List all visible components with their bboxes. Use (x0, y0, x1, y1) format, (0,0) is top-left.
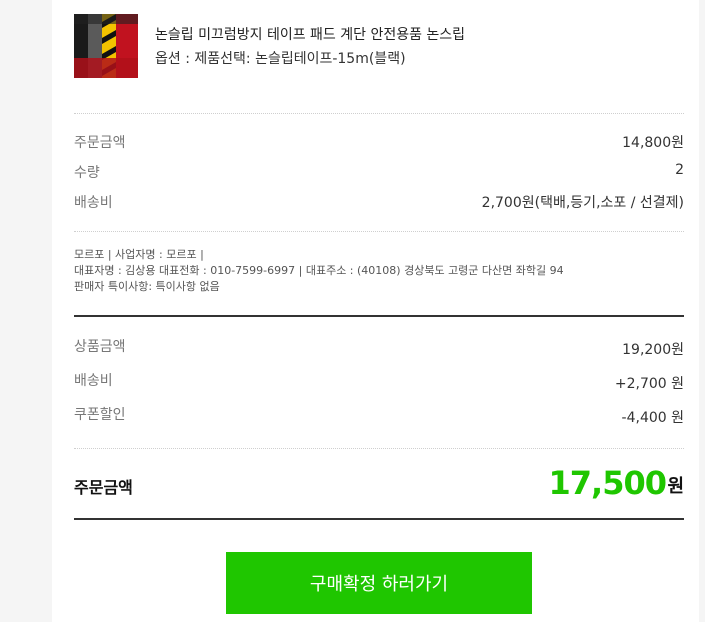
shipping-row: 배송비 2,700원(택배,등기,소포 / 선결제) (74, 192, 684, 214)
seller-contact: 대표자명 : 김상용 대표전화 : 010-7599-6997 | 대표주소 :… (74, 264, 564, 277)
section-divider (74, 518, 684, 520)
order-amount-row: 주문금액 14,800원 (74, 132, 684, 154)
row-label: 쿠폰할인 (74, 407, 126, 423)
divider (74, 113, 684, 114)
total-label: 주문금액 (74, 478, 133, 497)
total-unit: 원 (667, 476, 684, 497)
quantity-row: 수량 2 (74, 162, 684, 184)
coupon-discount-row: 쿠폰할인 -4,400 원 (74, 404, 684, 426)
row-value: 2 (675, 162, 684, 178)
row-label: 상품금액 (74, 339, 126, 355)
product-amount-row: 상품금액 19,200원 (74, 336, 684, 358)
divider (74, 231, 684, 232)
row-value: 14,800원 (622, 135, 684, 151)
product-thumbnail[interactable] (74, 14, 138, 78)
row-label: 배송비 (74, 195, 113, 211)
row-label: 수량 (74, 165, 100, 181)
order-total: 주문금액 17,500 원 (74, 462, 684, 510)
product-option: 옵션 : 제품선택: 논슬립테이프-15m(블랙) (155, 51, 406, 67)
row-value: 19,200원 (622, 342, 684, 358)
product-name[interactable]: 논슬립 미끄럼방지 테이프 패드 계단 안전용품 논스립 (155, 24, 465, 44)
total-amount: 17,500 (548, 464, 667, 502)
row-value: +2,700 원 (614, 376, 684, 392)
seller-name: 모르포 | 사업자명 : 모르포 | (74, 248, 204, 261)
row-value: 2,700원(택배,등기,소포 / 선결제) (481, 195, 684, 211)
product-item[interactable]: 논슬립 미끄럼방지 테이프 패드 계단 안전용품 논스립 옵션 : 제품선택: … (74, 14, 684, 80)
section-divider (74, 315, 684, 317)
left-gutter (0, 0, 52, 622)
tape-rolls-image (74, 14, 138, 78)
row-value: -4,400 원 (621, 410, 684, 426)
row-label: 배송비 (74, 373, 113, 389)
seller-note: 판매자 특이사항: 특이사항 없음 (74, 280, 220, 293)
divider (74, 448, 684, 449)
order-detail-panel: 논슬립 미끄럼방지 테이프 패드 계단 안전용품 논스립 옵션 : 제품선택: … (52, 0, 699, 622)
confirm-purchase-button[interactable]: 구매확정 하러가기 (226, 552, 532, 614)
right-gutter (699, 0, 705, 622)
row-label: 주문금액 (74, 135, 126, 151)
seller-info: 모르포 | 사업자명 : 모르포 | 대표자명 : 김상용 대표전화 : 010… (74, 247, 684, 295)
shipping-fee-row: 배송비 +2,700 원 (74, 370, 684, 392)
